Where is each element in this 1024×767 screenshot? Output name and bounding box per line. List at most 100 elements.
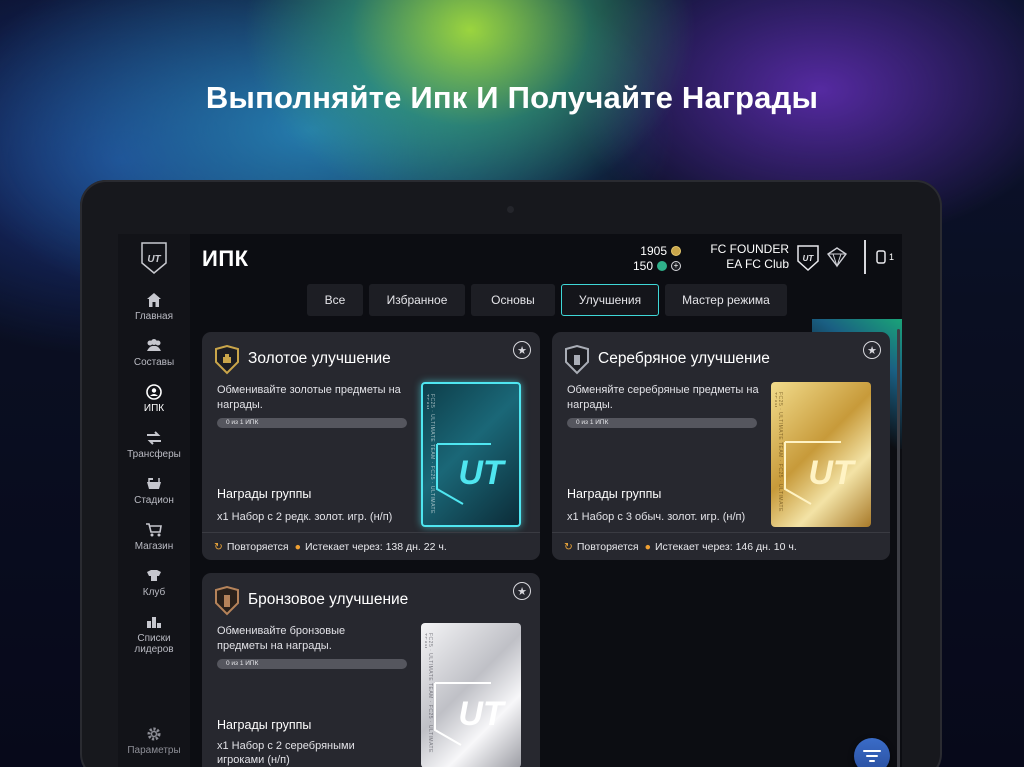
fc-points-icon [657, 261, 667, 271]
expires-label: Истекает через: 138 дн. 22 ч. [304, 540, 447, 553]
repeat-label: Повторяется [226, 540, 289, 553]
card-title: Серебряное улучшение [598, 350, 770, 367]
points-value: 150 [632, 259, 653, 273]
svg-text:UT: UT [147, 254, 161, 265]
season-rank-icon[interactable] [826, 246, 848, 268]
flame-icon: ● [294, 540, 301, 553]
tab-mode-master[interactable]: Мастер режима [665, 284, 787, 316]
add-points-icon[interactable]: + [671, 261, 681, 271]
repeat-label: Повторяется [576, 540, 639, 553]
svg-text:UT: UT [808, 454, 857, 492]
notifications-count: 1 [888, 252, 894, 262]
rewards-heading: Награды группы [217, 487, 312, 501]
sidebar-item-settings[interactable]: Параметры [118, 726, 190, 756]
scrollbar[interactable] [897, 329, 900, 767]
phone-icon [876, 250, 886, 264]
sidebar-item-label: Составы [133, 357, 175, 368]
pack-ut-logo-icon: UT [434, 682, 507, 746]
reward-text: x1 Набор с 2 редк. золот. игр. (н/п) [217, 511, 393, 523]
card-footer: ↻ Повторяется ● Истекает через: 146 дн. … [552, 532, 890, 560]
sidebar-item-club[interactable]: Клуб [118, 568, 190, 598]
repeat-icon: ↻ [214, 540, 223, 553]
gold-pack-image: FC25 · ULTIMATE TEAM · FC25 · ULTIMATE T… [421, 382, 521, 527]
sidebar-item-label: Трансферы [127, 449, 181, 460]
sidebar-item-label: Главная [134, 311, 174, 322]
coins-value: 1905 [640, 244, 667, 258]
sidebar-item-home[interactable]: Главная [118, 292, 190, 322]
flame-icon: ● [644, 540, 651, 553]
expires-label: Истекает через: 146 дн. 10 ч. [654, 540, 797, 553]
sbc-icon [146, 384, 162, 400]
home-icon [147, 293, 161, 307]
bronze-tier-shield-icon [215, 586, 239, 616]
sidebar-item-stadium[interactable]: Стадион [118, 476, 190, 506]
sidebar-item-leaderboards[interactable]: Списки лидеров [118, 614, 190, 655]
notifications-button[interactable]: 1 [876, 250, 894, 264]
squad-icon [147, 339, 161, 351]
card-description: Обменивайте золотые предметы на награды. [217, 384, 401, 411]
svg-text:UT: UT [458, 454, 507, 492]
rewards-heading: Награды группы [217, 718, 312, 732]
pack-ut-logo-icon: UT [436, 443, 507, 505]
favorite-star-icon[interactable]: ★ [863, 341, 881, 359]
svg-text:UT: UT [803, 254, 815, 263]
card-description: Обменяйте серебряные предметы на награды… [567, 384, 759, 411]
repeat-icon: ↻ [564, 540, 573, 553]
page-title: ИПК [202, 246, 249, 271]
silver-pack-image: FC25 · ULTIMATE TEAM · FC25 · ULTIMATE T… [771, 382, 871, 527]
sidebar-item-label: Магазин [134, 541, 174, 552]
ut-logo-icon: UT [141, 242, 167, 274]
sidebar-item-label: Клуб [142, 587, 166, 598]
progress-bar: 0 из 1 ИПК [217, 659, 407, 669]
sbc-card-silver[interactable]: Серебряное улучшение ★ Обменяйте серебря… [552, 332, 890, 560]
filter-tabs: Все Избранное Основы Улучшения Мастер ре… [307, 284, 787, 316]
tab-all[interactable]: Все [307, 284, 363, 316]
main-content: ИПК 1905 150 + FC FOUNDER EA FC Club UT [190, 234, 902, 767]
sidebar-item-label: Стадион [134, 495, 174, 506]
sidebar-item-label: ИПК [143, 403, 165, 414]
sidebar-item-store[interactable]: Магазин [118, 522, 190, 552]
app-screen: UT Главная Составы ИПК Трансферы Стадион [118, 234, 902, 767]
filter-button[interactable] [854, 738, 890, 767]
transfers-icon [147, 431, 161, 445]
card-footer: ↻ Повторяется ● Истекает через: 138 дн. … [202, 532, 540, 560]
favorite-star-icon[interactable]: ★ [513, 582, 531, 600]
tab-favorites[interactable]: Избранное [369, 284, 465, 316]
sidebar-item-transfers[interactable]: Трансферы [118, 430, 190, 460]
sbc-card-bronze[interactable]: Бронзовое улучшение ★ Обменивайте бронзо… [202, 573, 540, 767]
bronze-pack-image: FC25 · ULTIMATE TEAM · FC25 · ULTIMATE T… [421, 623, 521, 767]
club-info[interactable]: FC FOUNDER EA FC Club [710, 242, 789, 272]
coins-display: 1905 [640, 244, 681, 258]
tablet-camera [507, 206, 514, 213]
sidebar-item-label: Списки лидеров [134, 633, 174, 655]
reward-text: x1 Набор с 3 обыч. золот. игр. (н/п) [567, 511, 746, 523]
points-display: 150 + [633, 259, 681, 273]
rewards-heading: Награды группы [567, 487, 662, 501]
club-badge-icon[interactable]: UT [796, 244, 820, 272]
promo-headline: Выполняйте Ипк И Получайте Награды [205, 80, 819, 115]
card-title: Золотое улучшение [248, 350, 391, 367]
progress-bar: 0 из 1 ИПК [567, 418, 757, 428]
tab-basics[interactable]: Основы [471, 284, 555, 316]
card-title: Бронзовое улучшение [248, 591, 409, 608]
favorite-star-icon[interactable]: ★ [513, 341, 531, 359]
sidebar-item-squads[interactable]: Составы [118, 338, 190, 368]
reward-text: x1 Набор с 2 серебряными игроками (н/п) [217, 740, 355, 766]
leaderboard-icon [147, 617, 161, 628]
sidebar: UT Главная Составы ИПК Трансферы Стадион [118, 234, 190, 767]
club-icon [147, 570, 161, 581]
club-subtitle: EA FC Club [726, 257, 789, 271]
coin-icon [671, 246, 681, 256]
sbc-card-gold[interactable]: Золотое улучшение ★ Обменивайте золотые … [202, 332, 540, 560]
gear-icon [147, 727, 161, 741]
club-name: FC FOUNDER [710, 242, 789, 256]
tablet-frame: UT Главная Составы ИПК Трансферы Стадион [80, 180, 942, 767]
stadium-icon [147, 478, 161, 489]
filter-icon [863, 750, 881, 762]
tab-upgrades[interactable]: Улучшения [561, 284, 659, 316]
progress-bar: 0 из 1 ИПК [217, 418, 407, 428]
silver-tier-shield-icon [565, 345, 589, 375]
sidebar-item-sbc[interactable]: ИПК [118, 384, 190, 414]
cart-icon [146, 523, 162, 537]
card-description: Обменивайте бронзовые предметы на наград… [217, 625, 346, 652]
